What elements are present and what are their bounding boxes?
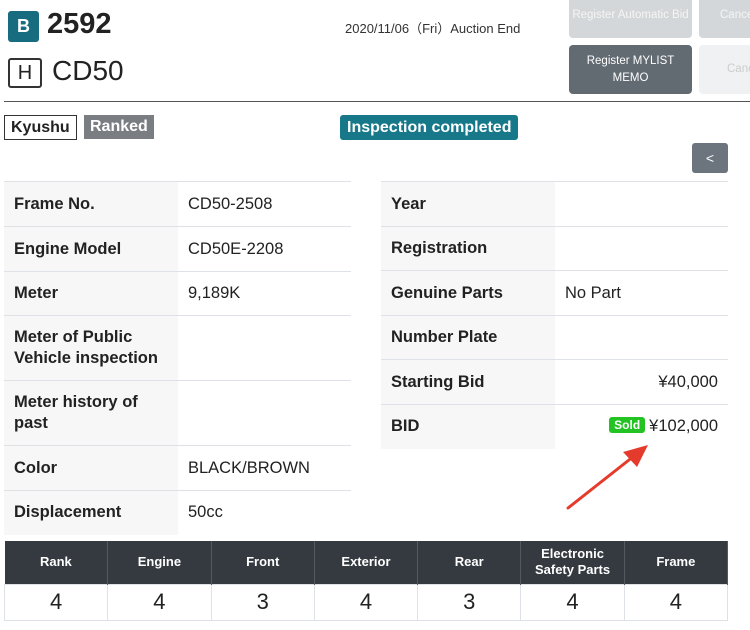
header-divider (4, 101, 750, 102)
grade-table: Rank Engine Front Exterior Rear Electron… (3, 541, 729, 621)
cancel-bid-button[interactable]: Cance (699, 0, 750, 38)
spec-row: BID Sold ¥102,000 (381, 404, 728, 449)
spec-label: Starting Bid (381, 359, 555, 405)
grade-value-row: 4 4 3 4 3 4 4 (3, 583, 729, 621)
grade-value: 3 (417, 583, 522, 621)
model-code: CD50 (52, 55, 124, 86)
grade-value: 4 (313, 583, 419, 621)
spec-value (555, 315, 728, 360)
spec-row: Year (381, 181, 728, 227)
spec-value (178, 380, 351, 446)
grade-header: Electronic Safety Parts (520, 541, 625, 584)
spec-row: Registration (381, 226, 728, 271)
spec-value: CD50-2508 (178, 181, 351, 227)
spec-row: Meter 9,189K (4, 271, 351, 316)
ranked-tag: Ranked (84, 115, 154, 139)
grade-header: Rank (4, 541, 109, 584)
spec-value (555, 226, 728, 271)
register-mylist-memo-button[interactable]: Register MYLIST MEMO (569, 45, 692, 94)
spec-label: Number Plate (381, 315, 555, 360)
grade-value: 3 (210, 583, 315, 621)
spec-value: 9,189K (178, 271, 351, 316)
spec-value (555, 181, 728, 227)
spec-row: Genuine Parts No Part (381, 270, 728, 316)
spec-row: Number Plate (381, 315, 728, 360)
region-tag: Kyushu (4, 115, 77, 140)
spec-value: CD50E-2208 (178, 226, 351, 272)
spec-label: Registration (381, 226, 555, 271)
spec-row: Meter history of past (4, 380, 351, 446)
starting-bid-value: ¥40,000 (555, 359, 728, 405)
spec-row: Engine Model CD50E-2208 (4, 226, 351, 272)
grade-value: 4 (623, 583, 729, 621)
back-button[interactable]: < (692, 143, 728, 173)
spec-row: Color BLACK/BROWN (4, 445, 351, 491)
spec-label: Genuine Parts (381, 270, 555, 316)
auction-date: 2020/11/06（Fri）Auction End (345, 21, 521, 36)
spec-row: Meter of Public Vehicle inspection (4, 315, 351, 381)
bid-value: ¥102,000 (649, 417, 718, 436)
lot-number: 2592 (47, 8, 112, 40)
spec-label: Frame No. (4, 181, 178, 227)
cancel-mylist-button[interactable]: Canc (699, 45, 750, 94)
grade-header: Engine (107, 541, 212, 584)
vehicle-spec-table-right: Year Registration Genuine Parts No Part … (381, 181, 728, 449)
red-arrow-annotation (566, 445, 648, 510)
spec-label: Meter history of past (4, 380, 178, 446)
sold-badge: Sold (609, 417, 646, 434)
inspection-status-badge: Inspection completed (340, 115, 519, 140)
spec-label: Engine Model (4, 226, 178, 272)
spec-row: Frame No. CD50-2508 (4, 181, 351, 227)
grade-header-row: Rank Engine Front Exterior Rear Electron… (4, 541, 729, 584)
spec-label: Year (381, 181, 555, 227)
lane-badge: B (8, 11, 39, 42)
spec-row: Starting Bid ¥40,000 (381, 359, 728, 405)
spec-value: No Part (555, 270, 728, 316)
spec-label: Color (4, 445, 178, 491)
type-badge: H (8, 58, 42, 88)
spec-label: BID (381, 404, 555, 449)
grade-header: Rear (417, 541, 522, 584)
spec-row: Displacement 50cc (4, 490, 351, 535)
spec-label: Displacement (4, 490, 178, 535)
register-automatic-bid-button[interactable]: Register Automatic Bid (569, 0, 692, 38)
spec-label: Meter (4, 271, 178, 316)
grade-value: 4 (107, 583, 212, 621)
spec-label: Meter of Public Vehicle inspection (4, 315, 178, 381)
grade-header: Exterior (314, 541, 419, 584)
spec-value: BLACK/BROWN (178, 445, 351, 491)
grade-header: Frame (624, 541, 729, 584)
spec-value (178, 315, 351, 381)
spec-value: 50cc (178, 490, 351, 535)
grade-header: Front (211, 541, 315, 584)
vehicle-spec-table-left: Frame No. CD50-2508 Engine Model CD50E-2… (4, 181, 351, 535)
grade-value: 4 (520, 583, 625, 621)
grade-value: 4 (3, 583, 109, 621)
